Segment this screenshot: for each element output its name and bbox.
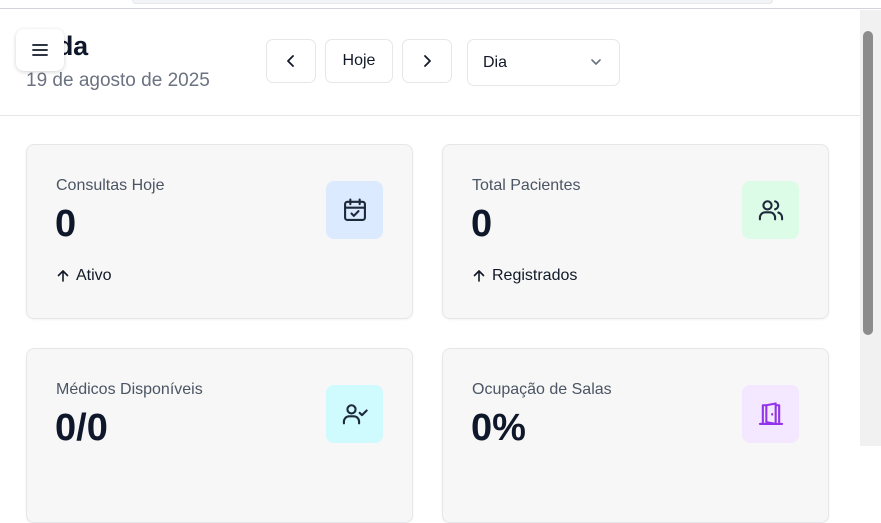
menu-button[interactable] — [16, 29, 64, 71]
page-header: enda 19 de agosto de 2025 Hoje Dia — [0, 10, 860, 116]
user-check-icon — [342, 404, 368, 425]
stat-value: 0 — [471, 203, 493, 245]
stat-trend-text: Ativo — [76, 267, 112, 284]
stat-value: 0% — [471, 407, 526, 449]
stat-icon-box — [742, 181, 799, 239]
users-icon — [758, 200, 783, 221]
calendar-check-icon — [343, 198, 366, 221]
view-mode-selected: Dia — [483, 53, 508, 71]
view-mode-select[interactable]: Dia — [467, 39, 620, 86]
arrow-up-icon — [473, 270, 485, 282]
stat-icon-box — [326, 181, 383, 239]
hamburger-menu-icon — [32, 44, 48, 56]
stat-trend-text: Registrados — [492, 267, 578, 284]
arrow-up-icon — [57, 270, 69, 282]
chevron-down-icon — [591, 59, 601, 65]
top-bar-edge — [132, 0, 773, 4]
stat-trend: Registrados — [472, 267, 577, 285]
next-day-button[interactable] — [402, 39, 452, 83]
stat-label: Ocupação de Salas — [472, 381, 612, 398]
page-date: 19 de agosto de 2025 — [26, 70, 210, 91]
scrollbar-thumb[interactable] — [863, 31, 873, 335]
stat-value: 0/0 — [55, 407, 108, 449]
stat-card-salas: Ocupação de Salas 0% — [442, 348, 829, 523]
stat-trend: Ativo — [56, 267, 112, 285]
door-open-icon — [758, 402, 783, 425]
stat-label: Médicos Disponíveis — [56, 381, 203, 398]
today-button[interactable]: Hoje — [325, 39, 393, 83]
stat-label: Total Pacientes — [472, 177, 581, 194]
stat-label: Consultas Hoje — [56, 177, 165, 194]
stat-card-consultas: Consultas Hoje 0 Ativo — [26, 144, 413, 319]
dashboard-content: Consultas Hoje 0 Ativo Total Pacientes 0 — [0, 117, 860, 523]
stat-value: 0 — [55, 203, 77, 245]
stat-icon-box — [742, 385, 799, 443]
vertical-scrollbar[interactable] — [860, 10, 881, 446]
previous-day-button[interactable] — [266, 39, 316, 83]
chevron-right-icon — [424, 55, 431, 67]
stat-card-pacientes: Total Pacientes 0 Registrados — [442, 144, 829, 319]
stat-card-medicos: Médicos Disponíveis 0/0 — [26, 348, 413, 523]
browser-top-strip — [0, 0, 881, 9]
stat-icon-box — [326, 385, 383, 443]
chevron-left-icon — [287, 55, 294, 67]
